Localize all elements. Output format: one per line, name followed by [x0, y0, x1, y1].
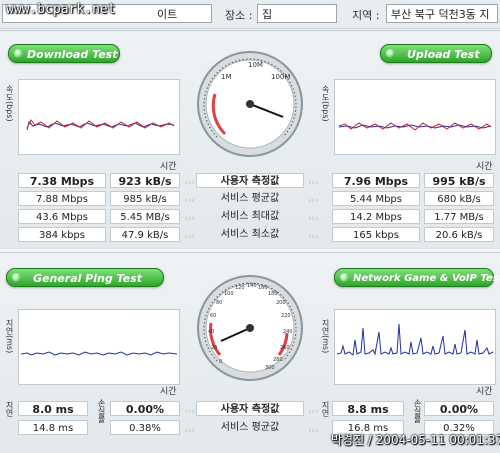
download-user-kbs: 923 kB/s [110, 173, 180, 188]
network-game-voip-test-button[interactable]: Network Game & VoIP Test [334, 268, 500, 287]
gauge-tick-100m: 100M [271, 73, 290, 81]
download-graph [18, 79, 180, 155]
download-avg-mbps: 7.88 Mbps [18, 191, 106, 206]
upload-graph [334, 79, 496, 155]
gauge-tick-10m: 10M [248, 61, 263, 69]
gauge-tick-120: 120 [235, 285, 245, 291]
general-avg-loss: 0.38% [110, 420, 180, 435]
upload-min-mbps: 165 kbps [332, 227, 420, 242]
upload-min-kbs: 20.6 kB/s [424, 227, 494, 242]
upload-user-mbps: 7.96 Mbps [332, 173, 420, 188]
ping-label-user-measured: 사용자 측정값 [196, 401, 304, 416]
general-avg-delay: 14.8 ms [18, 420, 88, 435]
general-ping-test-button[interactable]: General Ping Test [6, 268, 164, 287]
region-field[interactable]: 부산 북구 덕천3동 지 [386, 4, 498, 23]
gauge-tick-280: 280 [273, 357, 283, 363]
gauge-tick-220: 220 [281, 313, 291, 319]
ping-label-service-avg: 서비스 평균값 [220, 422, 280, 433]
top-info-bar: 이트 www.bcpark.net 장소 : 집 지역 : 부산 북구 덕천3동… [0, 0, 500, 29]
upload-avg-kbs: 680 kB/s [424, 191, 494, 206]
download-max-mbps: 43.6 Mbps [18, 209, 106, 224]
gauge-tick-300: 300 [265, 365, 275, 371]
game-ping-plot [336, 323, 494, 356]
name-value: 이트 [157, 8, 178, 21]
gauge-tick-260: 260 [280, 345, 290, 351]
upload-max-kbs: 1.77 MB/s [424, 209, 494, 224]
label-service-avg: 서비스 평균값 [220, 193, 280, 204]
game-user-delay: 8.8 ms [332, 401, 404, 416]
upload-test-label: Upload Test [407, 48, 480, 61]
gauge-tick-40: 40 [208, 329, 214, 335]
download-min-kbs: 47.9 kB/s [110, 227, 180, 242]
upload-x-label: 시간 [476, 162, 493, 172]
gauge-tick-240: 240 [283, 329, 293, 335]
gauge-tick-180: 180 [268, 291, 278, 297]
green-led-icon [14, 49, 23, 58]
label-user-measured: 사용자 측정값 [196, 173, 304, 188]
game-ping-y-label: 지연(ms) [321, 319, 330, 354]
gauge-tick-200: 200 [276, 300, 286, 306]
download-min-mbps: 384 kbps [18, 227, 106, 242]
download-x-label: 시간 [160, 162, 177, 172]
download-test-label: Download Test [27, 48, 118, 61]
game-ping-graph [334, 309, 496, 385]
download-max-kbs: 5.45 MB/s [110, 209, 180, 224]
upload-user-kbs: 995 kB/s [424, 173, 494, 188]
upload-max-mbps: 14.2 Mbps [332, 209, 420, 224]
place-label: 장소 : [225, 9, 253, 22]
gauge-tick-1m: 1M [221, 73, 232, 81]
right-arrows: ››› ››› ››› ››› [308, 178, 319, 242]
speed-test-panel: Download Test Upload Test 속도(bps) 시간 속도(… [0, 30, 500, 249]
upload-avg-mbps: 5.44 Mbps [332, 191, 420, 206]
download-y-label: 속도(bps) [5, 85, 14, 122]
game-ping-x-label: 시간 [476, 387, 493, 397]
download-test-button[interactable]: Download Test [8, 44, 120, 63]
green-led-icon [340, 273, 349, 282]
general-loss-side-label: 손실률 [97, 399, 106, 423]
gauge-tick-160: 160 [258, 285, 268, 291]
watermark: www.bcpark.net [6, 2, 116, 17]
upload-test-button[interactable]: Upload Test [380, 44, 492, 63]
upload-y-label: 속도(bps) [321, 85, 330, 122]
general-user-loss: 0.00% [110, 401, 180, 416]
general-user-delay: 8.0 ms [18, 401, 88, 416]
green-led-icon [12, 273, 21, 282]
general-ping-x-label: 시간 [160, 387, 177, 397]
green-led-icon [386, 49, 395, 58]
download-user-mbps: 7.38 Mbps [18, 173, 106, 188]
gauge-tick-0: 0 [219, 359, 222, 365]
ping-right-arrows: ››› ››› [308, 407, 319, 436]
gauge-tick-20: 20 [211, 345, 217, 351]
label-service-min: 서비스 최소값 [220, 229, 280, 240]
ping-left-arrows: ‹‹‹ ‹‹‹ [184, 407, 195, 436]
gauge-tick-60: 60 [210, 313, 216, 319]
ping-gauge: 0 20 40 60 80 100 120 140 160 180 200 22… [195, 273, 305, 383]
speed-gauge-dial: 1M 10M 100M [197, 51, 303, 157]
ping-gauge-dial: 0 20 40 60 80 100 120 140 160 180 200 22… [197, 275, 303, 381]
gauge-tick-140: 140 [247, 283, 257, 289]
gauge-tick-80: 80 [216, 300, 222, 306]
game-delay-side-label: 지연 [321, 401, 330, 417]
game-user-loss: 0.00% [424, 401, 494, 416]
upload-graph-plot [338, 122, 492, 131]
footer-user-timestamp: 박경진 / 2004-05-11 00:01:37 [331, 433, 500, 447]
general-ping-plot [20, 351, 178, 356]
download-avg-kbs: 985 kB/s [110, 191, 180, 206]
game-loss-side-label: 손실률 [413, 399, 422, 423]
label-service-max: 서비스 최대값 [220, 211, 280, 222]
place-field[interactable]: 집 [257, 4, 337, 23]
speed-gauge: 1M 10M 100M [195, 49, 305, 159]
network-game-voip-test-label: Network Game & VoIP Test [353, 273, 500, 284]
general-ping-y-label: 지연(ms) [5, 319, 14, 354]
gauge-tick-100: 100 [224, 291, 234, 297]
general-ping-graph [18, 309, 180, 385]
region-label: 지역 : [352, 9, 380, 22]
left-arrows: ‹‹‹ ‹‹‹ ‹‹‹ ‹‹‹ [184, 178, 195, 242]
download-graph-plot [26, 119, 175, 131]
general-delay-side-label: 지연 [5, 401, 14, 417]
general-ping-test-label: General Ping Test [33, 272, 142, 285]
ping-test-panel: General Ping Test Network Game & VoIP Te… [0, 252, 500, 453]
